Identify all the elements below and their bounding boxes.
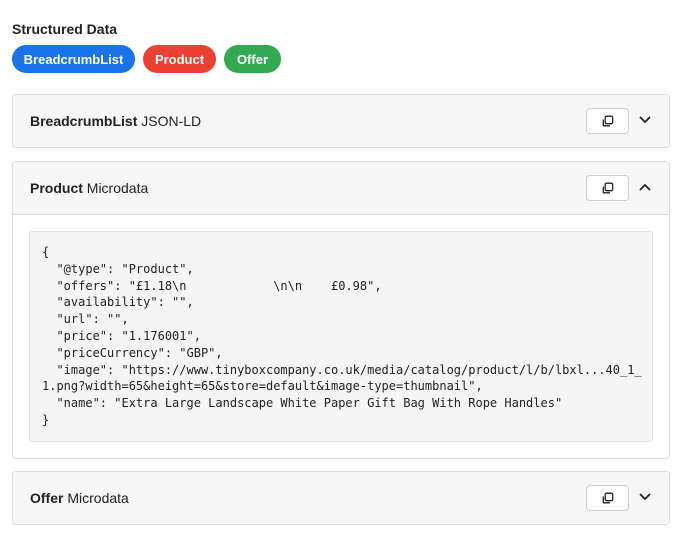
chevron-up-icon[interactable] <box>637 179 653 195</box>
copy-button[interactable] <box>586 485 629 511</box>
code-line: 1.png?width=65&height=65&store=default&i… <box>42 379 483 394</box>
code-line: "availability": "", <box>42 295 194 310</box>
pill-product[interactable]: Product <box>143 45 216 73</box>
copy-icon <box>602 182 613 194</box>
copy-button[interactable] <box>586 175 629 201</box>
json-code-block[interactable]: { "@type": "Product", "offers": "£1.18\n… <box>29 231 653 442</box>
code-line: "priceCurrency": "GBP", <box>42 345 223 360</box>
panel-header-offer[interactable]: Offer Microdata <box>13 472 669 524</box>
code-line: "url": "", <box>42 312 129 327</box>
pill-breadcrumblist[interactable]: BreadcrumbList <box>12 45 135 73</box>
code-line: { <box>42 245 50 259</box>
panel-breadcrumblist: BreadcrumbList JSON-LD <box>12 94 670 148</box>
panel-header-breadcrumblist[interactable]: BreadcrumbList JSON-LD <box>13 95 669 147</box>
code-line: "offers": "£1.18\n \n\n £0.98", <box>42 278 382 293</box>
panel-type-name: Offer <box>30 490 64 506</box>
panel-title: Product Microdata <box>30 180 148 196</box>
code-line: "name": "Extra Large Landscape White Pap… <box>42 396 563 411</box>
code-line: } <box>42 412 50 427</box>
code-line: "image": "https://www.tinyboxcompany.co.… <box>42 362 642 377</box>
code-line: "@type": "Product", <box>42 261 194 276</box>
panel-body-product: { "@type": "Product", "offers": "£1.18\n… <box>13 214 669 458</box>
panel-format: Microdata <box>86 180 149 196</box>
panel-format: Microdata <box>67 490 129 506</box>
panel-format: JSON-LD <box>141 113 202 129</box>
panel-type-name: Product <box>30 180 83 196</box>
chevron-down-icon[interactable] <box>637 489 653 505</box>
panel-title: BreadcrumbList JSON-LD <box>30 113 201 129</box>
structured-data-title: Structured Data <box>12 21 118 37</box>
panel-title: Offer Microdata <box>30 490 129 506</box>
type-pills: BreadcrumbList Product Offer <box>12 45 281 73</box>
copy-button[interactable] <box>586 108 629 134</box>
code-line: "price": "1.176001", <box>42 328 201 343</box>
panel-type-name: BreadcrumbList <box>30 113 138 129</box>
pill-offer[interactable]: Offer <box>224 45 281 73</box>
copy-icon <box>602 492 613 504</box>
panel-product: Product Microdata { "@type": "Product", … <box>12 161 670 459</box>
panel-header-product[interactable]: Product Microdata <box>13 162 669 214</box>
panel-offer: Offer Microdata <box>12 471 670 525</box>
copy-icon <box>602 115 613 127</box>
chevron-down-icon[interactable] <box>637 112 653 128</box>
